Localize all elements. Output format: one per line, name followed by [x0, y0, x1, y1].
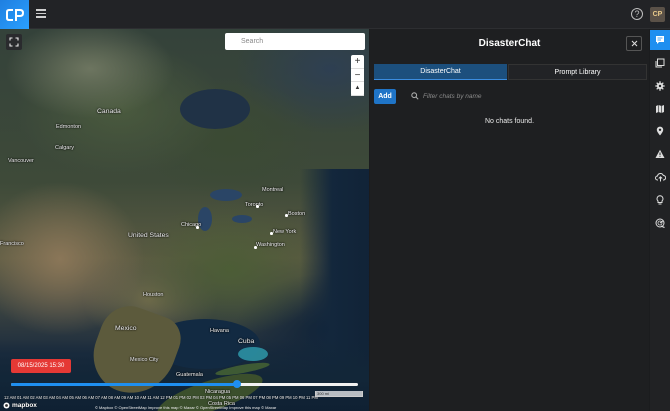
- filter-chats-input[interactable]: Filter chats by name: [410, 89, 640, 104]
- zoom-control: + − ▲: [351, 55, 364, 96]
- map-label-new-york: New York: [273, 229, 297, 235]
- timeline-progress: [11, 383, 237, 386]
- zoom-out-button[interactable]: −: [351, 69, 364, 83]
- map-label-boston: Boston: [288, 211, 306, 217]
- map-scale: 300 mi: [315, 391, 363, 397]
- map-label-calgary: Calgary: [55, 145, 74, 151]
- rail-map-button[interactable]: [650, 99, 670, 119]
- date-badge[interactable]: 08/15/2025 15:30: [11, 359, 71, 373]
- avatar[interactable]: CP: [650, 7, 665, 22]
- map-view[interactable]: [0, 29, 369, 411]
- fullscreen-button[interactable]: [6, 34, 22, 50]
- empty-state-text: No chats found.: [484, 118, 535, 125]
- mapbox-wordmark: mapbox: [12, 402, 37, 409]
- rail-ideas-button[interactable]: [650, 190, 670, 210]
- lake-superior: [210, 189, 242, 201]
- rail-settings-button[interactable]: [650, 76, 670, 96]
- map-label-mexico-city: Mexico City: [130, 357, 159, 363]
- compass-button[interactable]: ▲: [351, 82, 364, 96]
- top-bar: ? CP: [0, 0, 670, 29]
- mapbox-icon: [3, 402, 10, 409]
- rail-library-button[interactable]: [650, 53, 670, 73]
- map-label-washington: Washington: [256, 242, 285, 248]
- logo-icon: [5, 8, 24, 21]
- disasterchat-panel: DisasterChat DisasterChat Prompt Library…: [370, 29, 649, 411]
- right-rail: [650, 29, 670, 411]
- map-label-mexico: Mexico: [115, 325, 137, 332]
- hamburger-icon[interactable]: [36, 9, 46, 18]
- rail-chat-button[interactable]: [650, 30, 670, 50]
- radar-icon: [655, 218, 665, 228]
- map-label-united-states: United States: [128, 232, 169, 239]
- add-chat-button[interactable]: Add: [374, 89, 396, 104]
- map-label-canada: Canada: [97, 108, 121, 115]
- app-logo[interactable]: [0, 0, 29, 29]
- zoom-in-button[interactable]: +: [351, 55, 364, 69]
- city-dot: [256, 205, 259, 208]
- location-pin-icon: [656, 126, 664, 136]
- map-label-guatemala: Guatemala: [176, 372, 203, 378]
- rail-radar-button[interactable]: [650, 213, 670, 233]
- rail-alerts-button[interactable]: [650, 144, 670, 164]
- map-label-vancouver: Vancouver: [8, 158, 34, 164]
- tab-disasterchat[interactable]: DisasterChat: [374, 64, 507, 80]
- filter-placeholder: Filter chats by name: [423, 93, 482, 100]
- map-icon: [656, 105, 664, 113]
- panel-title: DisasterChat: [478, 38, 541, 49]
- timeline-tick-labels: 12 AM 01 AM 02 AM 03 AM 04 AM 05 AM 06 A…: [4, 395, 318, 400]
- timeline-slider-handle[interactable]: [232, 380, 241, 388]
- search-icon: [411, 92, 419, 100]
- map-label-cuba: Cuba: [238, 338, 255, 345]
- map-label-montreal: Montreal: [262, 187, 284, 193]
- fullscreen-icon: [9, 37, 19, 47]
- map-label-havana: Havana: [210, 328, 229, 334]
- rail-upload-button[interactable]: [650, 167, 670, 187]
- hudson-bay: [180, 89, 250, 129]
- warning-icon: [655, 149, 665, 158]
- bahamas-shallows: [238, 347, 268, 361]
- map-label-francisco: Francisco: [0, 241, 24, 247]
- map-label-edmonton: Edmonton: [56, 124, 82, 130]
- rail-location-button[interactable]: [650, 121, 670, 141]
- help-circle-icon[interactable]: ?: [631, 8, 643, 20]
- library-icon: [655, 58, 665, 68]
- city-dot: [270, 232, 273, 235]
- lightbulb-icon: [656, 195, 664, 205]
- map-label-toronto: Toronto: [245, 202, 264, 208]
- close-button[interactable]: [626, 36, 642, 51]
- mapbox-logo[interactable]: mapbox: [3, 402, 37, 409]
- close-icon: [631, 40, 637, 47]
- chat-icon: [656, 36, 664, 44]
- map-search-input[interactable]: Search: [225, 33, 365, 50]
- lake-erie: [232, 215, 252, 223]
- city-dot: [285, 214, 288, 217]
- city-dot: [254, 246, 257, 249]
- panel-tabs: DisasterChat Prompt Library: [374, 64, 647, 80]
- city-dot: [196, 226, 199, 229]
- map-attribution[interactable]: © Mapbox © OpenStreetMap Improve this ma…: [95, 405, 276, 410]
- cloud-upload-icon: [654, 172, 666, 182]
- map-label-houston: Houston: [143, 292, 164, 298]
- gear-icon: [655, 81, 665, 91]
- tab-prompt-library[interactable]: Prompt Library: [508, 64, 647, 80]
